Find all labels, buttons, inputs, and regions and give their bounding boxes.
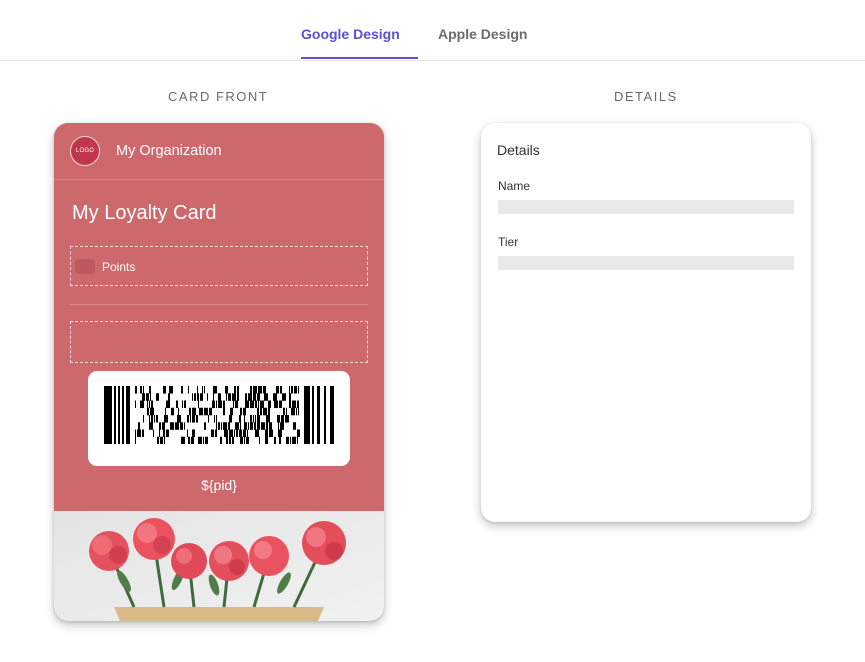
points-value-placeholder — [75, 259, 95, 274]
details-heading: Details — [497, 142, 540, 158]
points-field[interactable]: Points — [70, 246, 368, 286]
details-card: Details Name Tier — [481, 123, 811, 522]
organization-name: My Organization — [116, 143, 222, 159]
card-front-title: CARD FRONT — [168, 89, 269, 104]
details-section-title: DETAILS — [614, 89, 678, 104]
hero-image-carnations — [54, 511, 384, 621]
empty-field-slot[interactable] — [70, 321, 368, 363]
tier-field-value — [498, 256, 794, 270]
loyalty-card-front: LOGO My Organization My Loyalty Card Poi… — [54, 123, 384, 621]
tab-google-design[interactable]: Google Design — [301, 26, 400, 42]
logo-badge: LOGO — [70, 136, 100, 166]
design-tabs: Google Design Apple Design — [0, 0, 865, 61]
active-tab-indicator — [301, 57, 418, 59]
tab-apple-design[interactable]: Apple Design — [438, 26, 527, 42]
tier-field-label: Tier — [498, 235, 519, 249]
card-title: My Loyalty Card — [72, 202, 217, 224]
card-divider — [70, 304, 368, 305]
points-label: Points — [102, 260, 136, 274]
pdf417-barcode — [104, 386, 334, 444]
barcode-panel — [88, 371, 350, 466]
card-header: LOGO My Organization — [54, 123, 384, 180]
name-field-value — [498, 200, 794, 214]
name-field-label: Name — [498, 179, 531, 193]
barcode-value: ${pid} — [201, 477, 237, 493]
